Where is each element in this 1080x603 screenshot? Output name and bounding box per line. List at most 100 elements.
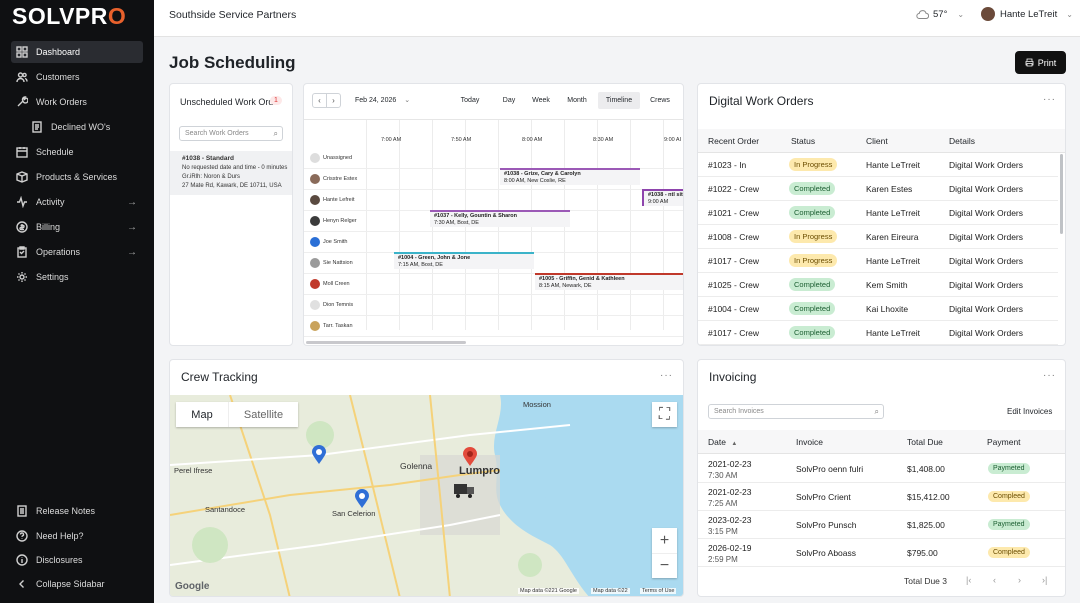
sidebar-item-work-orders[interactable]: Work Orders bbox=[11, 91, 143, 113]
map-tab[interactable]: Map bbox=[176, 402, 228, 427]
view-timeline[interactable]: Timeline bbox=[598, 92, 640, 109]
cloud-icon bbox=[916, 10, 929, 19]
last-page-icon[interactable]: ›| bbox=[1042, 575, 1047, 585]
status-badge: In Progress bbox=[789, 158, 838, 171]
time-label: 9:00 AI bbox=[664, 137, 682, 143]
table-row[interactable]: #1021 - Crew Completed Hante LeTrreit Digit… bbox=[698, 201, 1058, 225]
sidebar-item-declined-wos[interactable]: Declined WO's bbox=[26, 116, 143, 138]
view-today[interactable]: Today bbox=[456, 92, 484, 109]
logo[interactable]: SOLVPRO bbox=[12, 3, 126, 30]
column-header[interactable]: Status bbox=[791, 136, 815, 146]
prev-page-icon[interactable]: ‹ bbox=[993, 575, 996, 585]
table-row[interactable]: #1004 - Crew Completed Kai Lhoxite Digital … bbox=[698, 297, 1058, 321]
table-row[interactable]: #1017 - Crew In Progress Hante LeTrreit Dig… bbox=[698, 249, 1058, 273]
sidebar-item-products-services[interactable]: Products & Services bbox=[11, 166, 143, 188]
column-header[interactable]: Invoice bbox=[796, 437, 823, 447]
table-row[interactable]: #1022 - Crew Completed Karen Estes Digital … bbox=[698, 177, 1058, 201]
job-block[interactable]: #1005 - Griffin, Genid & Kathleen 8:15 AM… bbox=[535, 273, 683, 290]
details-link[interactable]: Digital Work Orders bbox=[949, 280, 1023, 290]
details-link[interactable]: Digital Work Orders bbox=[949, 160, 1023, 170]
sidebar-item-operations[interactable]: Operations → bbox=[11, 241, 143, 263]
zoom-control: + − bbox=[652, 528, 677, 578]
google-logo: Google bbox=[175, 581, 210, 592]
timeline-scrollbar[interactable] bbox=[306, 341, 466, 344]
table-row[interactable]: 2021-02-23 7:25 AM SolvPro Crient $15,412.0… bbox=[698, 483, 1065, 511]
fullscreen-icon[interactable]: ⛶ bbox=[652, 402, 677, 427]
more-icon[interactable]: ··· bbox=[1043, 94, 1056, 105]
unscheduled-work-order[interactable]: #1038 - Standard No requested date and t… bbox=[170, 151, 292, 195]
table-row[interactable]: #1017 - Crew Completed Hante LeTrreit Digit… bbox=[698, 321, 1058, 345]
details-link[interactable]: Digital Work Orders bbox=[949, 184, 1023, 194]
calendar-icon bbox=[16, 146, 28, 158]
details-link[interactable]: Digital Work Orders bbox=[949, 232, 1023, 242]
sidebar-item-disclosures[interactable]: Disclosures bbox=[11, 549, 143, 571]
search-icon: ⌕ bbox=[874, 407, 879, 416]
chevron-left-icon[interactable]: ‹ bbox=[313, 94, 327, 107]
more-icon[interactable]: ··· bbox=[660, 370, 673, 381]
table-row[interactable]: 2023-02-23 3:15 PM SolvPro Punsch $1,825.00… bbox=[698, 511, 1065, 539]
table-row[interactable]: #1025 - Crew Completed Kem Smith Digital Wo… bbox=[698, 273, 1058, 297]
terms-link[interactable]: Terms of Use bbox=[640, 588, 677, 594]
table-row[interactable]: 2021-02-23 7:30 AM SolvPro oenn fulri $1,40… bbox=[698, 455, 1065, 483]
status-badge: Completed bbox=[789, 326, 836, 339]
job-block[interactable]: #1038 - ntl sit 9:00 AM bbox=[642, 189, 683, 206]
crew-pin-icon[interactable] bbox=[311, 445, 327, 465]
map-label: Mossion bbox=[523, 400, 551, 409]
user-menu[interactable]: Hante LeTreit ⌄ bbox=[981, 7, 1073, 21]
column-header[interactable]: Date ▲ bbox=[708, 437, 737, 447]
details-link[interactable]: Digital Work Orders bbox=[949, 256, 1023, 266]
table-row[interactable]: #1023 - In In Progress Hante LeTrreit Digit… bbox=[698, 153, 1058, 177]
job-block[interactable]: #1038 - Grize, Cary & Carolyn 8:00 AM, Ne… bbox=[500, 168, 640, 185]
satellite-tab[interactable]: Satellite bbox=[228, 402, 298, 427]
print-button[interactable]: Print bbox=[1015, 51, 1066, 74]
zoom-in-icon[interactable]: + bbox=[660, 528, 669, 553]
details-link[interactable]: Digital Work Orders bbox=[949, 328, 1023, 338]
next-page-icon[interactable]: › bbox=[1018, 575, 1021, 585]
table-row[interactable]: 2026-02-19 2:59 PM SolvPro Aboass $795.00 Co… bbox=[698, 539, 1065, 567]
details-link[interactable]: Digital Work Orders bbox=[949, 304, 1023, 314]
client-cell: Hante LeTrreit bbox=[866, 208, 921, 218]
column-header[interactable]: Payment bbox=[987, 437, 1021, 447]
order-cell: #1025 - Crew bbox=[708, 280, 760, 290]
location-pin-icon[interactable] bbox=[462, 447, 478, 467]
sidebar-item-collapse[interactable]: Collapse Sidabar bbox=[11, 573, 143, 595]
gear-icon bbox=[16, 271, 28, 283]
sidebar-item-dashboard[interactable]: Dashboard bbox=[11, 41, 143, 63]
view-crews[interactable]: Crews bbox=[646, 92, 674, 109]
search-invoices-input[interactable]: Search Invoices ⌕ bbox=[708, 404, 884, 419]
chevron-right-icon[interactable]: › bbox=[327, 94, 340, 107]
view-month[interactable]: Month bbox=[563, 92, 591, 109]
sidebar-item-customers[interactable]: Customers bbox=[11, 66, 143, 88]
invoice-cell: SolvPro Crient bbox=[796, 492, 851, 502]
column-header[interactable]: Client bbox=[866, 136, 888, 146]
edit-invoices-link[interactable]: Edit Invoices bbox=[1007, 407, 1052, 416]
zoom-out-icon[interactable]: − bbox=[652, 553, 677, 578]
map[interactable]: Map Satellite ⛶ + − Mossion Golenna Lump… bbox=[170, 395, 683, 596]
weather-widget[interactable]: 57° ⌄ bbox=[916, 9, 964, 20]
sidebar-item-release-notes[interactable]: Release Notes bbox=[11, 500, 143, 522]
scrollbar[interactable] bbox=[1060, 154, 1063, 234]
details-link[interactable]: Digital Work Orders bbox=[949, 208, 1023, 218]
sidebar-item-settings[interactable]: Settings bbox=[11, 266, 143, 288]
more-icon[interactable]: ··· bbox=[1043, 370, 1056, 381]
truck-icon[interactable] bbox=[453, 481, 475, 499]
job-block[interactable]: #1037 - Kelly, Gountin & Sharon 7:30 AM, … bbox=[430, 210, 570, 227]
sidebar-item-activity[interactable]: Activity → bbox=[11, 191, 143, 213]
job-block[interactable]: #1004 - Green, John & Jone 7:15 AM, Bost,… bbox=[394, 252, 534, 269]
order-cell: #1023 - In bbox=[708, 160, 747, 170]
crew-pin-icon[interactable] bbox=[354, 489, 370, 509]
view-day[interactable]: Day bbox=[497, 92, 521, 109]
first-page-icon[interactable]: |‹ bbox=[966, 575, 971, 585]
sidebar-item-schedule[interactable]: Schedule bbox=[11, 141, 143, 163]
column-header[interactable]: Recent Order bbox=[708, 136, 759, 146]
view-week[interactable]: Week bbox=[529, 92, 553, 109]
table-row[interactable]: #1008 - Crew In Progress Karen Eireura Digi… bbox=[698, 225, 1058, 249]
search-work-orders-input[interactable]: Search Work Orders ⌕ bbox=[179, 126, 283, 141]
clipboard-icon bbox=[16, 246, 28, 258]
date-picker[interactable]: Feb 24, 2026 ⌄ bbox=[355, 96, 410, 104]
order-cell: #1022 - Crew bbox=[708, 184, 760, 194]
column-header[interactable]: Details bbox=[949, 136, 975, 146]
column-header[interactable]: Total Due bbox=[907, 437, 943, 447]
sidebar-item-billing[interactable]: Billing → bbox=[11, 216, 143, 238]
sidebar-item-need-help[interactable]: Need Help? bbox=[11, 525, 143, 547]
